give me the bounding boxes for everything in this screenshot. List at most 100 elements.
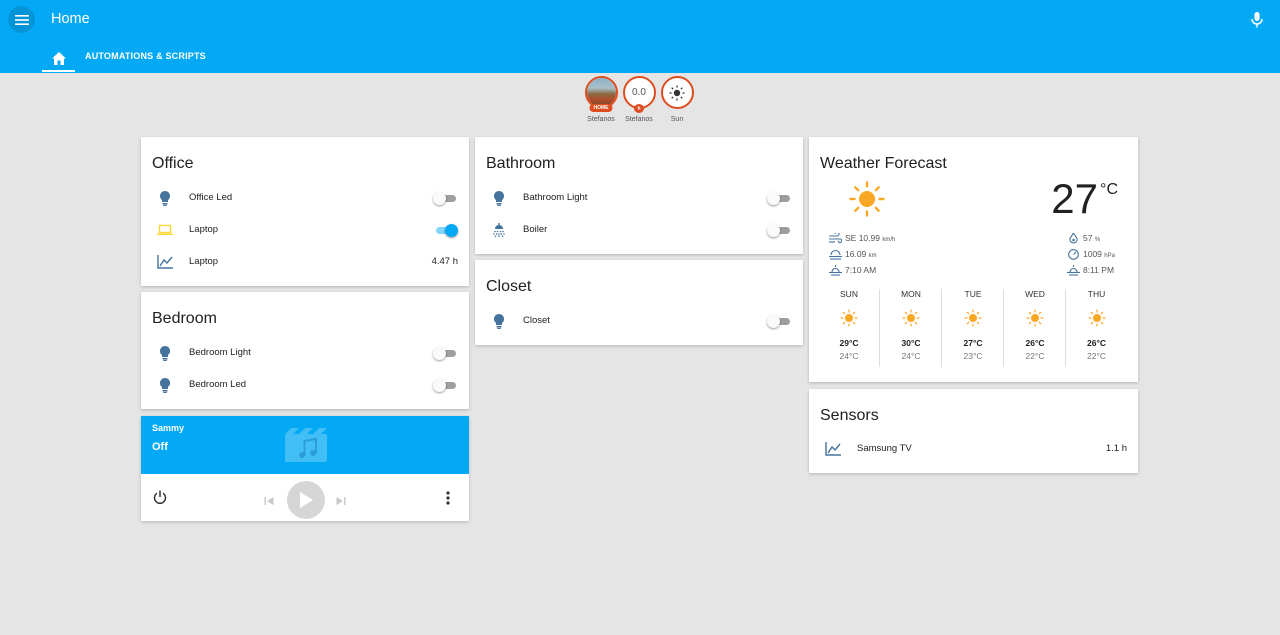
entity-row: Bathroom Light bbox=[475, 188, 803, 208]
card-bathroom: Bathroom Bathroom Light Boiler bbox=[475, 137, 803, 254]
entity-row: Closet bbox=[475, 311, 803, 331]
skip-next-icon bbox=[336, 497, 346, 505]
sun-icon bbox=[669, 85, 685, 100]
menu-icon bbox=[14, 14, 29, 25]
visibility-info: 16.09 km bbox=[829, 249, 877, 261]
toggle-laptop[interactable] bbox=[433, 224, 458, 237]
person-photo bbox=[586, 78, 616, 107]
forecast-day: TUE 27°C 23°C bbox=[943, 289, 1004, 367]
wind-unit: km/h bbox=[882, 237, 896, 243]
power-button[interactable] bbox=[153, 490, 167, 509]
forecast-day-name: THU bbox=[1087, 289, 1106, 299]
card-title: Sensors bbox=[820, 407, 879, 424]
card-office: Office Office Led Laptop Laptop 4.47 h bbox=[141, 137, 469, 286]
forecast-high: 27°C bbox=[963, 338, 983, 348]
sunny-icon bbox=[902, 309, 920, 327]
entity-row: Office Led bbox=[141, 188, 469, 208]
active-tab-indicator bbox=[42, 70, 75, 72]
entity-row: Laptop bbox=[141, 220, 469, 240]
card-title: Weather Forecast bbox=[820, 155, 947, 172]
sunset-icon bbox=[1067, 265, 1080, 276]
forecast-day-name: TUE bbox=[964, 289, 982, 299]
entity-row: Bedroom Light bbox=[141, 343, 469, 363]
microphone-button[interactable] bbox=[1250, 11, 1264, 29]
toggle-office-led[interactable] bbox=[433, 192, 458, 205]
lightbulb-icon bbox=[491, 313, 507, 329]
card-sensors: Sensors Samsung TV 1.1 h bbox=[809, 389, 1138, 473]
card-title: Closet bbox=[486, 278, 532, 295]
sunset-info: 8:11 PM bbox=[1067, 265, 1114, 277]
previous-track-button[interactable] bbox=[264, 493, 274, 511]
badge-circle: 0.0 h bbox=[622, 76, 656, 113]
toggle-bedroom-led[interactable] bbox=[433, 379, 458, 392]
pressure-value: 1009 bbox=[1083, 249, 1102, 259]
forecast-day: SUN 29°C 24°C bbox=[819, 289, 880, 367]
visibility-icon bbox=[829, 250, 842, 260]
dots-vertical-icon bbox=[446, 491, 450, 505]
badge-unit: h bbox=[634, 104, 644, 113]
forecast-day-name: SUN bbox=[840, 289, 858, 299]
play-button[interactable] bbox=[287, 481, 325, 519]
lightbulb-icon bbox=[157, 190, 173, 206]
entity-label: Office Led bbox=[189, 192, 233, 203]
forecast-low: 23°C bbox=[963, 351, 983, 361]
skip-previous-icon bbox=[264, 497, 274, 505]
visibility-unit: km bbox=[868, 253, 877, 259]
entity-label: Bedroom Light bbox=[189, 347, 251, 358]
sunrise-value: 7:10 AM bbox=[845, 265, 877, 275]
card-title: Office bbox=[152, 155, 194, 172]
card-title: Bathroom bbox=[486, 155, 556, 172]
toggle-bathroom-light[interactable] bbox=[767, 192, 792, 205]
movie-music-icon bbox=[285, 428, 327, 462]
badge-value: 0.0 bbox=[632, 87, 646, 98]
next-track-button[interactable] bbox=[336, 493, 346, 511]
forecast-high: 30°C bbox=[901, 338, 921, 348]
tab-home[interactable] bbox=[42, 44, 75, 73]
page-title: Home bbox=[51, 11, 90, 27]
badge-tag: HOME bbox=[589, 104, 613, 112]
humidity-info: 57 % bbox=[1067, 233, 1100, 245]
home-icon bbox=[51, 52, 66, 65]
sunny-icon bbox=[1026, 309, 1044, 327]
humidity-value: 57 bbox=[1083, 233, 1093, 243]
toggle-boiler[interactable] bbox=[767, 224, 792, 237]
sunrise-info: 7:10 AM bbox=[829, 265, 876, 277]
forecast-day-name: MON bbox=[901, 289, 921, 299]
media-player-name: Sammy bbox=[152, 423, 185, 433]
forecast-low: 24°C bbox=[901, 351, 921, 361]
chart-line-icon bbox=[157, 254, 173, 270]
current-temperature: 27 bbox=[1051, 175, 1098, 222]
wind-info: SE 10.99 km/h bbox=[829, 233, 895, 245]
card-closet: Closet Closet bbox=[475, 260, 803, 345]
tab-automations-scripts[interactable]: AUTOMATIONS & SCRIPTS bbox=[85, 51, 206, 61]
entity-row[interactable]: Samsung TV 1.1 h bbox=[809, 439, 1138, 459]
sunny-icon bbox=[840, 309, 858, 327]
badge-circle bbox=[660, 76, 694, 109]
media-player-state: Off bbox=[152, 441, 168, 453]
laptop-icon bbox=[157, 222, 173, 238]
entity-label: Bedroom Led bbox=[189, 379, 247, 390]
lightbulb-icon bbox=[157, 345, 173, 361]
app-header: Home AUTOMATIONS & SCRIPTS bbox=[0, 0, 1280, 73]
microphone-icon bbox=[1251, 12, 1263, 28]
water-percent-icon bbox=[1069, 233, 1078, 244]
toggle-closet[interactable] bbox=[767, 315, 792, 328]
chart-line-icon bbox=[825, 441, 841, 457]
lightbulb-icon bbox=[157, 377, 173, 393]
menu-button[interactable] bbox=[8, 6, 35, 33]
sunset-value: 8:11 PM bbox=[1083, 265, 1115, 275]
toggle-bedroom-light[interactable] bbox=[433, 347, 458, 360]
card-bedroom: Bedroom Bedroom Light Bedroom Led bbox=[141, 292, 469, 409]
visibility-value: 16.09 bbox=[845, 249, 867, 259]
entity-row: Bedroom Led bbox=[141, 375, 469, 395]
play-icon bbox=[300, 492, 313, 508]
badge-sun[interactable]: Sun bbox=[660, 76, 694, 123]
media-header[interactable]: Sammy Off bbox=[141, 416, 469, 474]
entity-value: 1.1 h bbox=[1105, 443, 1127, 454]
more-options-button[interactable] bbox=[446, 491, 450, 510]
forecast-high: 29°C bbox=[839, 338, 859, 348]
card-weather-forecast[interactable]: Weather Forecast 27 °C SE 10.99 km/h 16.… bbox=[809, 137, 1138, 382]
entity-row[interactable]: Laptop 4.47 h bbox=[141, 252, 469, 272]
wind-icon bbox=[829, 233, 842, 244]
lightbulb-icon bbox=[491, 190, 507, 206]
